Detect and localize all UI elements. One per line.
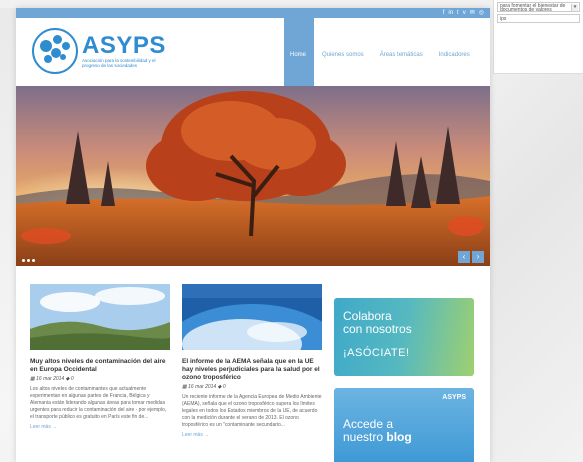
- vimeo-icon[interactable]: v: [463, 10, 466, 16]
- article-card: El informe de la AEMA señala que en la U…: [182, 284, 322, 438]
- side-widget: para fomentar el bienestar de documentos…: [493, 0, 583, 74]
- slider-dot[interactable]: [22, 259, 25, 262]
- linkedin-icon[interactable]: in: [448, 10, 453, 16]
- hero-slider[interactable]: ‹ ›: [16, 86, 490, 266]
- side-input[interactable]: ips: [497, 14, 580, 23]
- article-excerpt: Un reciente informe de la Agencia Europe…: [182, 394, 322, 428]
- article-thumbnail[interactable]: [30, 284, 170, 350]
- banner-collaborate-line2: con nosotros: [343, 322, 412, 336]
- logo-subtitle: Asociación para la sostenibilidad y el p…: [82, 58, 156, 68]
- article-title[interactable]: Muy altos niveles de contaminación del a…: [30, 358, 170, 374]
- article-date: 16 mar 2014: [36, 376, 65, 382]
- nav-item-quienes-somos[interactable]: Quienes somos: [314, 18, 372, 94]
- hero-image: [16, 86, 490, 266]
- chevron-down-icon[interactable]: ▾: [571, 4, 578, 11]
- join-us-banner[interactable]: Colabora con nosotros ¡ASÓCIATE!: [334, 298, 474, 376]
- article-date: 16 mar 2014: [188, 384, 217, 390]
- blog-banner-logo: ASYPS: [442, 394, 466, 401]
- slider-dot[interactable]: [32, 259, 35, 262]
- article-meta: ▦ 16 mar 2014 ◆ 0: [182, 384, 322, 390]
- blog-banner[interactable]: ASYPS Accede a nuestro blog: [334, 388, 474, 462]
- comment-icon: ◆: [65, 376, 70, 382]
- nav-item-areas-tematicas[interactable]: Áreas temáticas: [372, 18, 431, 94]
- nav-item-home[interactable]: Home: [284, 18, 314, 94]
- article-comments: 0: [222, 384, 226, 390]
- slider-dots[interactable]: [22, 259, 35, 262]
- web-page: f in t v ✉ ◎ ASYPS Asociación para la so…: [16, 8, 490, 462]
- article-thumbnail[interactable]: [182, 284, 322, 350]
- site-logo[interactable]: ASYPS Asociación para la sostenibilidad …: [32, 28, 166, 74]
- comment-icon: ◆: [217, 384, 222, 390]
- banner-blog-line2: nuestro: [343, 430, 384, 444]
- calendar-icon: ▦: [182, 384, 187, 390]
- social-bar: f in t v ✉ ◎: [16, 8, 490, 18]
- slider-dot[interactable]: [27, 259, 30, 262]
- slider-prev-button[interactable]: ‹: [458, 251, 470, 263]
- article-card: Muy altos niveles de contaminación del a…: [30, 284, 170, 430]
- main-nav: Home Quienes somos Áreas temáticas Indic…: [284, 18, 478, 94]
- read-more-link[interactable]: Leer más →: [30, 424, 170, 430]
- logo-mark-icon: [32, 28, 78, 74]
- value-select-text: para fomentar el bienestar de documentos…: [500, 3, 566, 13]
- slider-next-button[interactable]: ›: [472, 251, 484, 263]
- slider-controls: ‹ ›: [458, 251, 484, 263]
- banner-associate-cta: ¡ASÓCIATE!: [343, 347, 410, 359]
- facebook-icon[interactable]: f: [443, 10, 445, 16]
- article-excerpt: Los altos niveles de contaminantes que a…: [30, 386, 167, 420]
- rss-icon[interactable]: ◎: [479, 10, 484, 16]
- twitter-icon[interactable]: t: [457, 10, 459, 16]
- article-title[interactable]: El informe de la AEMA señala que en la U…: [182, 358, 322, 382]
- read-more-link[interactable]: Leer más →: [182, 432, 322, 438]
- nav-item-indicadores[interactable]: Indicadores: [431, 18, 478, 94]
- article-comments: 0: [70, 376, 74, 382]
- logo-title: ASYPS: [82, 32, 166, 59]
- article-meta: ▦ 16 mar 2014 ◆ 0: [30, 376, 170, 382]
- site-header: ASYPS Asociación para la sostenibilidad …: [16, 18, 490, 94]
- calendar-icon: ▦: [30, 376, 35, 382]
- banner-blog-bold: blog: [386, 430, 412, 444]
- email-icon[interactable]: ✉: [470, 10, 475, 16]
- value-select[interactable]: para fomentar el bienestar de documentos…: [497, 2, 580, 13]
